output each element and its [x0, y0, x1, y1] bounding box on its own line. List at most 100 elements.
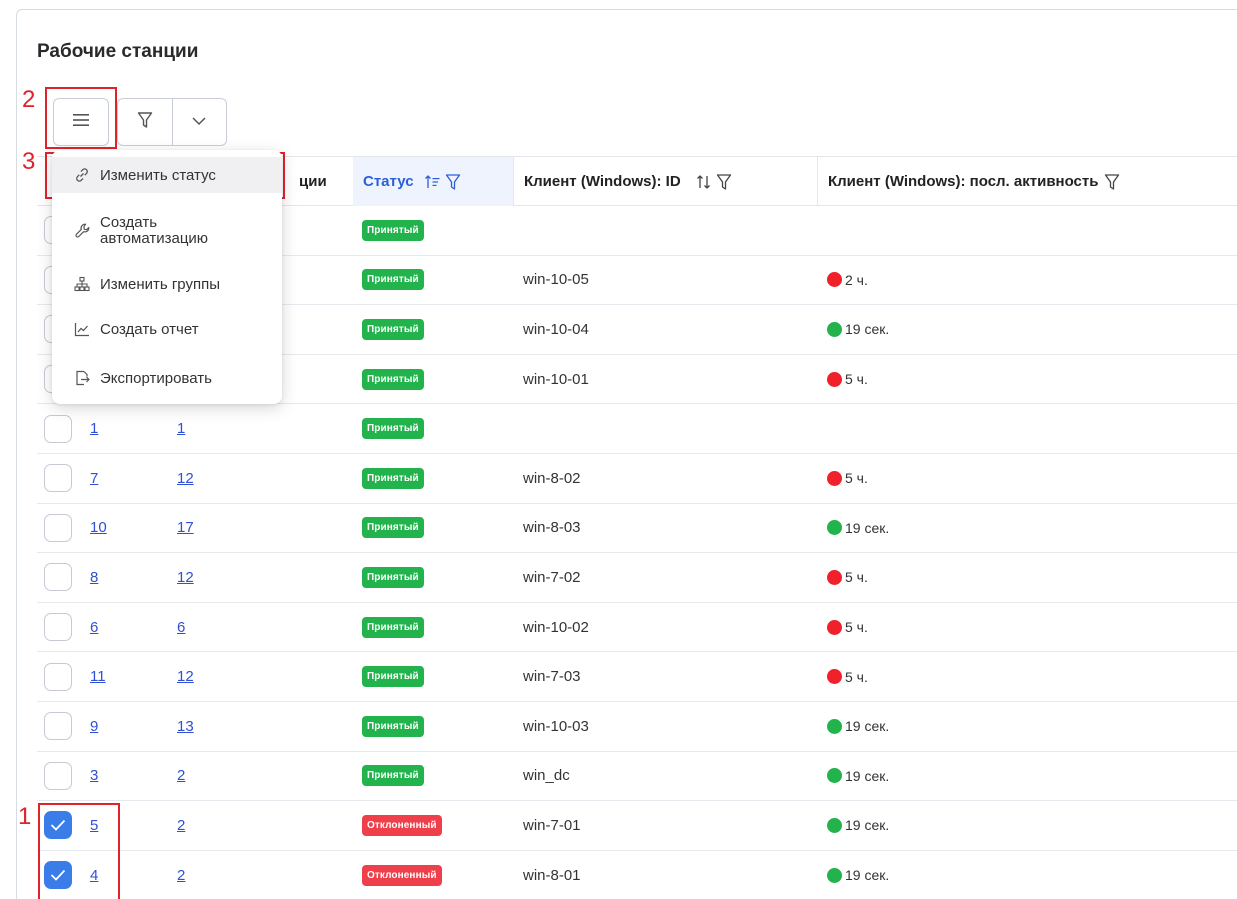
client-id: win-7-02 [523, 568, 581, 586]
activity-status-dot [827, 718, 842, 734]
activity-status-dot [827, 768, 842, 784]
filter-dropdown-button[interactable] [171, 99, 226, 145]
row-checkbox[interactable] [44, 464, 72, 493]
annotation-number-2: 2 [22, 86, 36, 113]
table-row[interactable]: 11 12 Принятый win-7-03 5 ч. [37, 652, 1237, 702]
row-checkbox[interactable] [44, 563, 72, 592]
activity-status-dot [827, 669, 842, 685]
client-id: win-7-03 [523, 668, 581, 686]
client-id: win-10-02 [523, 618, 589, 636]
chevron-down-icon [191, 113, 207, 131]
status-badge: Отклоненный [362, 814, 442, 836]
table-row[interactable]: 4 2 Отклоненный win-8-01 19 сек. [37, 851, 1237, 899]
row-link-a[interactable]: 11 [90, 668, 106, 685]
table-row[interactable]: 5 2 Отклоненный win-7-01 19 сек. [37, 801, 1237, 851]
table-row[interactable]: 6 6 Принятый win-10-02 5 ч. [37, 603, 1237, 653]
funnel-icon[interactable] [716, 173, 732, 191]
client-id: win-8-01 [523, 866, 581, 884]
row-link-a[interactable]: 6 [90, 619, 98, 636]
client-id: win-7-01 [523, 816, 581, 834]
activity-text: 19 сек. [845, 718, 890, 735]
column-header-status[interactable]: Статус [353, 157, 513, 206]
menu-item-change-groups[interactable]: Изменить группы [52, 269, 282, 299]
column-header-client-activity[interactable]: Клиент (Windows): посл. активность [817, 157, 1237, 206]
row-checkbox[interactable] [44, 513, 72, 542]
menu-item-export[interactable]: Экспортировать [52, 363, 282, 393]
row-link-a[interactable]: 3 [90, 767, 98, 784]
row-checkbox[interactable] [44, 414, 72, 443]
row-checkbox[interactable] [44, 811, 72, 840]
chart-icon [74, 321, 94, 337]
funnel-icon[interactable] [445, 173, 461, 191]
status-badge: Принятый [362, 467, 424, 489]
menu-item-create-report[interactable]: Создать отчет [52, 314, 282, 344]
filter-button[interactable] [118, 99, 172, 145]
row-link-b[interactable]: 2 [177, 767, 185, 784]
row-link-b[interactable]: 12 [177, 668, 194, 685]
status-badge: Принятый [362, 368, 424, 390]
check-icon [50, 869, 66, 881]
client-id: win_dc [523, 767, 570, 785]
row-link-b[interactable]: 1 [177, 420, 185, 437]
sort-icon[interactable] [695, 174, 713, 190]
activity-status-dot [827, 321, 842, 337]
row-checkbox[interactable] [44, 861, 72, 890]
status-badge: Принятый [362, 666, 424, 688]
sort-asc-icon[interactable] [424, 174, 442, 190]
activity-text: 19 сек. [845, 867, 890, 884]
wrench-icon [74, 222, 94, 240]
row-link-a[interactable]: 8 [90, 569, 98, 586]
export-icon [74, 370, 94, 386]
table-row[interactable]: 10 17 Принятый win-8-03 19 сек. [37, 504, 1237, 554]
row-link-a[interactable]: 7 [90, 470, 98, 487]
actions-menu-button[interactable] [53, 98, 109, 146]
status-badge: Принятый [362, 616, 424, 638]
row-checkbox[interactable] [44, 761, 72, 790]
client-id: win-10-05 [523, 271, 589, 289]
row-link-b[interactable]: 2 [177, 867, 185, 884]
menu-item-create-automation[interactable]: Создать автоматизацию [52, 210, 282, 252]
activity-status-dot [827, 619, 842, 635]
actions-dropdown-menu: Изменить статус Создать автоматизацию Из… [52, 150, 282, 404]
funnel-icon[interactable] [1104, 173, 1120, 191]
row-link-a[interactable]: 4 [90, 867, 98, 884]
funnel-icon [137, 111, 153, 134]
table-row[interactable]: 1 1 Принятый [37, 404, 1237, 454]
row-link-b[interactable]: 6 [177, 619, 185, 636]
row-link-b[interactable]: 2 [177, 817, 185, 834]
row-link-b[interactable]: 13 [177, 718, 194, 735]
activity-text: 5 ч. [845, 371, 868, 388]
table-row[interactable]: 3 2 Принятый win_dc 19 сек. [37, 752, 1237, 802]
column-header-client-id[interactable]: Клиент (Windows): ID [513, 157, 817, 206]
row-link-b[interactable]: 17 [177, 519, 194, 536]
row-link-b[interactable]: 12 [177, 470, 194, 487]
activity-status-dot [827, 569, 842, 585]
row-link-b[interactable]: 12 [177, 569, 194, 586]
row-checkbox[interactable] [44, 712, 72, 741]
annotation-number-3: 3 [22, 148, 36, 175]
activity-text: 19 сек. [845, 519, 890, 536]
activity-text: 2 ч. [845, 271, 868, 288]
status-badge: Принятый [362, 219, 424, 241]
row-link-a[interactable]: 9 [90, 718, 98, 735]
row-link-a[interactable]: 10 [90, 519, 107, 536]
table-row[interactable]: 9 13 Принятый win-10-03 19 сек. [37, 702, 1237, 752]
menu-item-change-status[interactable]: Изменить статус [52, 157, 282, 193]
row-checkbox[interactable] [44, 662, 72, 691]
activity-status-dot [827, 272, 842, 288]
table-row[interactable]: 7 12 Принятый win-8-02 5 ч. [37, 454, 1237, 504]
activity-status-dot [827, 470, 842, 486]
client-id: win-8-03 [523, 519, 581, 537]
activity-text: 19 сек. [845, 321, 890, 338]
row-checkbox[interactable] [44, 613, 72, 642]
status-badge: Отклоненный [362, 864, 442, 886]
hamburger-icon [72, 113, 90, 132]
status-badge: Принятый [362, 318, 424, 340]
table-row[interactable]: 8 12 Принятый win-7-02 5 ч. [37, 553, 1237, 603]
status-badge: Принятый [362, 765, 424, 787]
hierarchy-icon [74, 276, 94, 292]
activity-text: 5 ч. [845, 619, 868, 636]
link-icon [74, 167, 94, 183]
row-link-a[interactable]: 1 [90, 420, 98, 437]
row-link-a[interactable]: 5 [90, 817, 98, 834]
